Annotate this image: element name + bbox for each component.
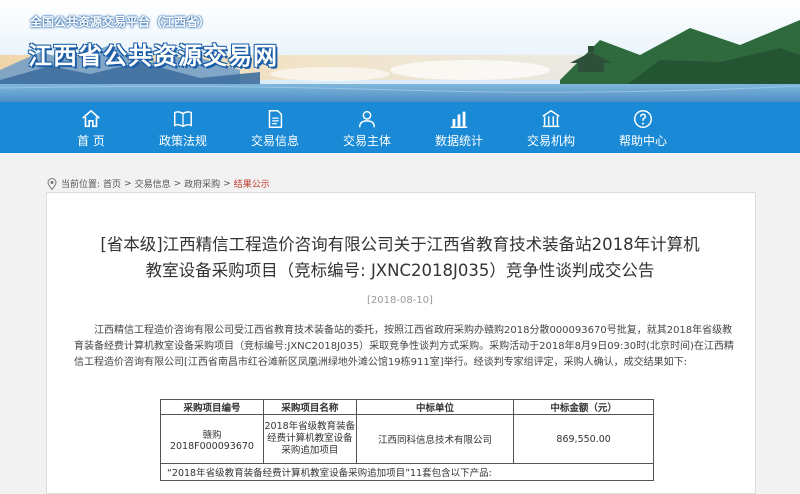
help-icon bbox=[634, 110, 652, 128]
table-note-row: “2018年省级教育装备经费计算机教室设备采购追加项目”11套包含以下产品: bbox=[160, 463, 654, 481]
breadcrumb-home[interactable]: 首页 bbox=[103, 177, 121, 190]
winning-bidder-cell: 江西同科信息技术有限公司 bbox=[355, 414, 515, 464]
breadcrumb-gov-procurement[interactable]: 政府采购 bbox=[184, 177, 220, 190]
winning-amount-cell: 869,550.00 bbox=[513, 414, 654, 464]
main-nav: 首 页 政策法规 交易信息 交易主体 数据统计 交易机构 帮助中心 bbox=[0, 102, 800, 153]
table-note-cell: “2018年省级教育装备经费计算机教室设备采购追加项目”11套包含以下产品: bbox=[160, 463, 654, 481]
breadcrumb-current[interactable]: 结果公示 bbox=[234, 177, 270, 190]
nav-label: 数据统计 bbox=[434, 134, 483, 148]
nav-item-trade-subject[interactable]: 交易主体 bbox=[321, 102, 413, 153]
table-header-cell: 中标单位 bbox=[355, 399, 515, 415]
nav-label: 首 页 bbox=[77, 134, 105, 148]
nav-label: 交易主体 bbox=[342, 134, 391, 148]
article-title: [省本级]江西精信工程造价咨询有限公司关于江西省教育技术装备站2018年计算机 … bbox=[46, 232, 754, 284]
breadcrumb-separator: > bbox=[223, 178, 231, 189]
breadcrumb-trade-info[interactable]: 交易信息 bbox=[135, 177, 171, 190]
result-table: 采购项目编号 采购项目名称 中标单位 中标金额（元） 赣购2018F000093… bbox=[160, 399, 654, 481]
nav-item-home[interactable]: 首 页 bbox=[45, 102, 137, 153]
breadcrumb: 当前位置: 首页 > 交易信息 > 政府采购 > 结果公示 bbox=[47, 177, 273, 190]
site-subtitle: 全国公共资源交易平台（江西省） bbox=[30, 15, 211, 29]
nav-label: 交易信息 bbox=[250, 134, 299, 148]
book-icon bbox=[174, 111, 192, 128]
table-header-cell: 采购项目编号 bbox=[160, 399, 264, 415]
location-pin-icon bbox=[47, 177, 57, 190]
article-title-line1: [省本级]江西精信工程造价咨询有限公司关于江西省教育技术装备站2018年计算机 bbox=[100, 235, 700, 254]
nav-item-trade-info[interactable]: 交易信息 bbox=[229, 102, 321, 153]
article-date: [2018-08-10] bbox=[367, 295, 433, 306]
site-title[interactable]: 江西省公共资源交易网 bbox=[28, 36, 278, 71]
breadcrumb-separator: > bbox=[173, 178, 182, 189]
nav-item-institutions[interactable]: 交易机构 bbox=[505, 102, 597, 153]
document-icon bbox=[268, 110, 283, 128]
table-header-row: 采购项目编号 采购项目名称 中标单位 中标金额（元） bbox=[160, 399, 654, 415]
nav-label: 政策法规 bbox=[158, 134, 207, 148]
nav-item-help[interactable]: 帮助中心 bbox=[597, 102, 689, 153]
table-row: 赣购2018F000093670 2018年省级教育装备经费计算机教室设备采购追… bbox=[160, 414, 654, 464]
building-icon bbox=[542, 109, 560, 128]
site-banner: 全国公共资源交易平台（江西省） 江西省公共资源交易网 bbox=[0, 0, 800, 102]
project-name-cell: 2018年省级教育装备经费计算机教室设备采购追加项目 bbox=[262, 414, 357, 464]
article-title-line2: 教室设备采购项目（竞标编号: JXNC2018J035）竞争性谈判成交公告 bbox=[145, 261, 655, 280]
nav-label: 帮助中心 bbox=[618, 134, 667, 148]
person-icon bbox=[358, 110, 376, 128]
table-header-cell: 采购项目名称 bbox=[262, 399, 357, 415]
nav-label: 交易机构 bbox=[526, 134, 575, 148]
article-body: 江西精信工程造价咨询有限公司受江西省教育技术装备站的委托，按照江西省政府采购办赣… bbox=[74, 325, 734, 368]
project-number-cell: 赣购2018F000093670 bbox=[160, 414, 264, 464]
nav-item-statistics[interactable]: 数据统计 bbox=[413, 102, 505, 153]
bar-chart-icon bbox=[450, 111, 468, 128]
breadcrumb-separator: > bbox=[124, 178, 132, 189]
home-icon bbox=[82, 109, 100, 128]
breadcrumb-prefix: 当前位置: bbox=[61, 180, 101, 190]
table-header-cell: 中标金额（元） bbox=[513, 399, 654, 415]
nav-item-policy[interactable]: 政策法规 bbox=[137, 102, 229, 153]
